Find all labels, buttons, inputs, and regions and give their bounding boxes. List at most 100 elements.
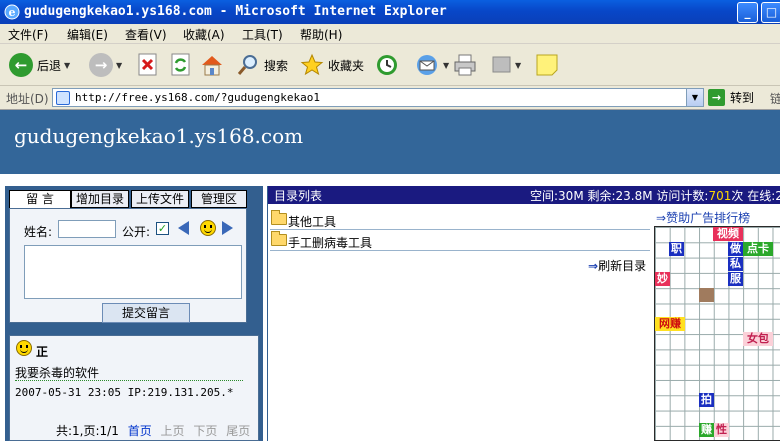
pager-last: 尾页: [226, 424, 251, 438]
sponsor-title[interactable]: 赞助广告排行榜: [666, 211, 750, 225]
forward-arrow-icon: →: [89, 53, 113, 77]
folder-icon: [271, 210, 287, 225]
go-label: 转到: [730, 91, 755, 105]
ad-cell[interactable]: 服: [728, 272, 743, 286]
search-label: 搜索: [264, 58, 289, 73]
history-button[interactable]: [375, 52, 399, 78]
pager-first[interactable]: 首页: [128, 424, 152, 438]
name-input[interactable]: [58, 220, 116, 238]
emoji-next-icon[interactable]: [222, 221, 233, 235]
ad-cell[interactable]: 点卡: [743, 242, 773, 256]
title-bar: e gudugengkekao1.ys168.com - Microsoft I…: [0, 0, 780, 24]
smiley-icon: [16, 340, 32, 356]
go-arrow-icon: →: [708, 89, 725, 106]
page-icon: [56, 91, 70, 105]
public-checkbox[interactable]: ✓: [156, 222, 169, 235]
refresh-icon: [171, 53, 190, 76]
web-page: gudugengkekao1.ys168.com 留 言 增加目录 上传文件 管…: [0, 110, 780, 441]
ad-cell[interactable]: 赚: [699, 423, 714, 437]
mail-button[interactable]: ▼: [414, 52, 449, 78]
ad-photo-icon[interactable]: [699, 288, 714, 302]
address-url[interactable]: http://free.ys168.com/?gudugengkekao1: [75, 91, 320, 104]
public-label: 公开:: [122, 225, 151, 239]
left-panel: 留 言 增加目录 上传文件 管理区 姓名: 公开: ✓ 提交留言 正 我要杀毒的…: [5, 186, 263, 441]
go-button[interactable]: → 转到: [708, 89, 754, 106]
stop-button[interactable]: [137, 52, 159, 78]
ad-cell[interactable]: 做: [728, 242, 743, 256]
pager-summary: 共:1,页:1/1: [56, 424, 119, 438]
ad-cell[interactable]: 私: [728, 257, 743, 271]
minimize-button[interactable]: _: [737, 2, 758, 23]
name-label: 姓名:: [24, 225, 53, 239]
arrow-right-icon: ⇒: [656, 211, 667, 225]
menu-bar: 文件(F) 编辑(E) 查看(V) 收藏(A) 工具(T) 帮助(H): [0, 24, 780, 44]
message-meta: 2007-05-31 23:05 IP:219.131.205.*: [15, 386, 234, 399]
stats-prefix: 空间:30M 剩余:23.8M 访问计数:: [530, 189, 709, 203]
refresh-button[interactable]: [170, 52, 192, 78]
menu-tools[interactable]: 工具(T): [242, 26, 283, 43]
message-textarea[interactable]: [24, 245, 242, 299]
emoji-prev-icon[interactable]: [178, 221, 189, 235]
ad-cell[interactable]: 视频: [713, 227, 743, 241]
notes-button[interactable]: [536, 52, 558, 78]
menu-favorites[interactable]: 收藏(A): [183, 26, 225, 43]
chevron-down-icon[interactable]: ▼: [116, 61, 122, 70]
print-button[interactable]: [452, 52, 478, 78]
menu-edit[interactable]: 编辑(E): [67, 26, 108, 43]
edit-button[interactable]: ▼: [492, 52, 521, 78]
menu-file[interactable]: 文件(F): [8, 26, 48, 43]
favorites-label: 收藏夹: [328, 58, 365, 73]
ie-icon: e: [4, 4, 20, 20]
right-panel: 目录列表 空间:30M 剩余:23.8M 访问计数:701次 在线:2/ 其他工…: [267, 186, 780, 441]
note-icon: [536, 54, 558, 76]
ad-cell[interactable]: 拍: [699, 393, 714, 407]
ad-cell[interactable]: 妙: [655, 272, 670, 286]
search-icon: [237, 55, 257, 75]
back-label: 后退: [37, 58, 62, 73]
favorites-button[interactable]: 收藏夹: [300, 52, 364, 78]
address-input[interactable]: http://free.ys168.com/?gudugengkekao1 ▼: [52, 88, 704, 107]
refresh-label[interactable]: 刷新目录: [598, 259, 646, 273]
site-title: gudugengkekao1.ys168.com: [14, 124, 304, 148]
menu-help[interactable]: 帮助(H): [300, 26, 342, 43]
chevron-down-icon[interactable]: ▼: [515, 61, 521, 70]
folder-name[interactable]: 手工删病毒工具: [288, 234, 372, 251]
ad-cell[interactable]: 女包: [743, 332, 773, 346]
ad-cell[interactable]: 职: [669, 242, 684, 256]
message-divider: [15, 380, 243, 381]
menu-view[interactable]: 查看(V): [125, 26, 167, 43]
guestbook-form: 姓名: 公开: ✓ 提交留言: [9, 208, 247, 323]
back-button[interactable]: ← 后退 ▼: [9, 52, 70, 78]
tab-admin[interactable]: 管理区: [191, 190, 247, 208]
links-label[interactable]: 链: [770, 90, 780, 107]
stats-suffix: 次 在线:2/: [731, 189, 780, 203]
search-button[interactable]: 搜索: [236, 52, 288, 78]
address-bar: 地址(D) http://free.ys168.com/?gudugengkek…: [0, 86, 780, 110]
smiley-icon[interactable]: [200, 220, 216, 236]
tab-add-folder[interactable]: 增加目录: [71, 190, 129, 208]
maximize-button[interactable]: □: [761, 2, 780, 23]
folder-row[interactable]: 手工删病毒工具: [270, 231, 650, 251]
home-button[interactable]: [200, 52, 224, 78]
folder-row[interactable]: 其他工具: [270, 210, 650, 230]
space-stats: 空间:30M 剩余:23.8M 访问计数:701次 在线:2/: [530, 187, 780, 204]
arrow-right-icon: ⇒: [588, 259, 599, 273]
sponsor-ranking-link[interactable]: ⇒赞助广告排行榜: [656, 209, 750, 226]
folder-name[interactable]: 其他工具: [288, 213, 336, 230]
submit-message-button[interactable]: 提交留言: [102, 303, 190, 323]
pager: 共:1,页:1/1 首页 上页 下页 尾页: [56, 422, 255, 439]
ad-cell[interactable]: 性: [714, 423, 729, 437]
edit-icon: [492, 56, 511, 73]
history-icon: [377, 55, 397, 75]
tab-guestbook[interactable]: 留 言: [9, 190, 71, 209]
refresh-folder-link[interactable]: ⇒刷新目录: [588, 257, 646, 274]
tab-upload[interactable]: 上传文件: [131, 190, 189, 208]
printer-icon: [454, 54, 476, 76]
chevron-down-icon[interactable]: ▼: [443, 61, 449, 70]
chevron-down-icon[interactable]: ▼: [64, 61, 70, 70]
back-arrow-icon: ←: [9, 53, 33, 77]
forward-button[interactable]: → ▼: [89, 52, 122, 78]
ad-cell[interactable]: 网赚: [655, 317, 685, 331]
pager-next: 下页: [193, 424, 218, 438]
address-dropdown-icon[interactable]: ▼: [686, 89, 703, 106]
